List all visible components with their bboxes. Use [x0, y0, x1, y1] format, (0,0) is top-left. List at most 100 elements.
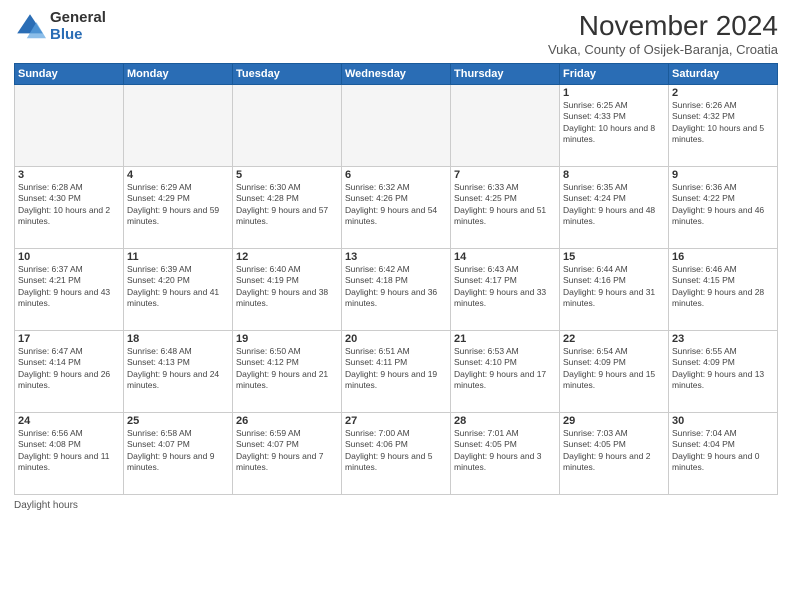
calendar-week-row: 17Sunrise: 6:47 AM Sunset: 4:14 PM Dayli… — [15, 331, 778, 413]
day-info: Sunrise: 6:54 AM Sunset: 4:09 PM Dayligh… — [563, 346, 665, 392]
calendar-week-row: 10Sunrise: 6:37 AM Sunset: 4:21 PM Dayli… — [15, 249, 778, 331]
calendar-cell — [342, 85, 451, 167]
calendar-cell — [124, 85, 233, 167]
day-number: 10 — [18, 251, 120, 263]
day-info: Sunrise: 6:33 AM Sunset: 4:25 PM Dayligh… — [454, 182, 556, 228]
calendar-cell: 16Sunrise: 6:46 AM Sunset: 4:15 PM Dayli… — [669, 249, 778, 331]
calendar-cell: 12Sunrise: 6:40 AM Sunset: 4:19 PM Dayli… — [233, 249, 342, 331]
calendar-cell: 25Sunrise: 6:58 AM Sunset: 4:07 PM Dayli… — [124, 413, 233, 495]
day-info: Sunrise: 6:32 AM Sunset: 4:26 PM Dayligh… — [345, 182, 447, 228]
calendar-cell: 26Sunrise: 6:59 AM Sunset: 4:07 PM Dayli… — [233, 413, 342, 495]
day-info: Sunrise: 6:50 AM Sunset: 4:12 PM Dayligh… — [236, 346, 338, 392]
footer-bar: Daylight hours — [14, 500, 778, 511]
logo-blue: Blue — [50, 27, 106, 44]
calendar-day-header: Wednesday — [342, 64, 451, 85]
calendar-cell: 19Sunrise: 6:50 AM Sunset: 4:12 PM Dayli… — [233, 331, 342, 413]
day-number: 28 — [454, 415, 556, 427]
calendar-cell: 2Sunrise: 6:26 AM Sunset: 4:32 PM Daylig… — [669, 85, 778, 167]
day-info: Sunrise: 6:58 AM Sunset: 4:07 PM Dayligh… — [127, 428, 229, 474]
day-number: 24 — [18, 415, 120, 427]
day-info: Sunrise: 6:26 AM Sunset: 4:32 PM Dayligh… — [672, 100, 774, 146]
day-info: Sunrise: 6:28 AM Sunset: 4:30 PM Dayligh… — [18, 182, 120, 228]
calendar-day-header: Saturday — [669, 64, 778, 85]
day-number: 25 — [127, 415, 229, 427]
calendar-cell: 24Sunrise: 6:56 AM Sunset: 4:08 PM Dayli… — [15, 413, 124, 495]
day-number: 6 — [345, 169, 447, 181]
day-number: 5 — [236, 169, 338, 181]
day-number: 26 — [236, 415, 338, 427]
day-info: Sunrise: 6:42 AM Sunset: 4:18 PM Dayligh… — [345, 264, 447, 310]
day-info: Sunrise: 6:37 AM Sunset: 4:21 PM Dayligh… — [18, 264, 120, 310]
day-info: Sunrise: 6:53 AM Sunset: 4:10 PM Dayligh… — [454, 346, 556, 392]
day-info: Sunrise: 6:59 AM Sunset: 4:07 PM Dayligh… — [236, 428, 338, 474]
calendar-header-row: SundayMondayTuesdayWednesdayThursdayFrid… — [15, 64, 778, 85]
calendar-cell: 13Sunrise: 6:42 AM Sunset: 4:18 PM Dayli… — [342, 249, 451, 331]
calendar-cell: 28Sunrise: 7:01 AM Sunset: 4:05 PM Dayli… — [451, 413, 560, 495]
day-number: 13 — [345, 251, 447, 263]
calendar-day-header: Tuesday — [233, 64, 342, 85]
calendar-cell: 8Sunrise: 6:35 AM Sunset: 4:24 PM Daylig… — [560, 167, 669, 249]
calendar-cell: 1Sunrise: 6:25 AM Sunset: 4:33 PM Daylig… — [560, 85, 669, 167]
day-number: 18 — [127, 333, 229, 345]
calendar-day-header: Sunday — [15, 64, 124, 85]
day-info: Sunrise: 7:04 AM Sunset: 4:04 PM Dayligh… — [672, 428, 774, 474]
calendar-cell: 6Sunrise: 6:32 AM Sunset: 4:26 PM Daylig… — [342, 167, 451, 249]
logo-general: General — [50, 10, 106, 27]
day-number: 12 — [236, 251, 338, 263]
day-number: 19 — [236, 333, 338, 345]
day-number: 16 — [672, 251, 774, 263]
day-info: Sunrise: 7:00 AM Sunset: 4:06 PM Dayligh… — [345, 428, 447, 474]
calendar-cell: 7Sunrise: 6:33 AM Sunset: 4:25 PM Daylig… — [451, 167, 560, 249]
day-number: 17 — [18, 333, 120, 345]
logo: General Blue — [14, 10, 106, 43]
day-number: 14 — [454, 251, 556, 263]
calendar-cell: 23Sunrise: 6:55 AM Sunset: 4:09 PM Dayli… — [669, 331, 778, 413]
day-number: 30 — [672, 415, 774, 427]
calendar-cell: 22Sunrise: 6:54 AM Sunset: 4:09 PM Dayli… — [560, 331, 669, 413]
day-number: 29 — [563, 415, 665, 427]
calendar-cell: 4Sunrise: 6:29 AM Sunset: 4:29 PM Daylig… — [124, 167, 233, 249]
calendar-cell — [233, 85, 342, 167]
day-info: Sunrise: 6:51 AM Sunset: 4:11 PM Dayligh… — [345, 346, 447, 392]
calendar-day-header: Monday — [124, 64, 233, 85]
logo-text: General Blue — [50, 10, 106, 43]
day-info: Sunrise: 6:25 AM Sunset: 4:33 PM Dayligh… — [563, 100, 665, 146]
calendar-cell: 14Sunrise: 6:43 AM Sunset: 4:17 PM Dayli… — [451, 249, 560, 331]
calendar-cell: 27Sunrise: 7:00 AM Sunset: 4:06 PM Dayli… — [342, 413, 451, 495]
calendar-cell: 18Sunrise: 6:48 AM Sunset: 4:13 PM Dayli… — [124, 331, 233, 413]
calendar-cell: 30Sunrise: 7:04 AM Sunset: 4:04 PM Dayli… — [669, 413, 778, 495]
calendar-day-header: Friday — [560, 64, 669, 85]
day-number: 4 — [127, 169, 229, 181]
day-info: Sunrise: 6:30 AM Sunset: 4:28 PM Dayligh… — [236, 182, 338, 228]
month-title: November 2024 — [548, 10, 778, 42]
day-info: Sunrise: 6:48 AM Sunset: 4:13 PM Dayligh… — [127, 346, 229, 392]
day-number: 9 — [672, 169, 774, 181]
calendar-week-row: 3Sunrise: 6:28 AM Sunset: 4:30 PM Daylig… — [15, 167, 778, 249]
day-info: Sunrise: 6:36 AM Sunset: 4:22 PM Dayligh… — [672, 182, 774, 228]
page: General Blue November 2024 Vuka, County … — [0, 0, 792, 612]
day-number: 15 — [563, 251, 665, 263]
day-info: Sunrise: 6:29 AM Sunset: 4:29 PM Dayligh… — [127, 182, 229, 228]
day-info: Sunrise: 6:43 AM Sunset: 4:17 PM Dayligh… — [454, 264, 556, 310]
day-info: Sunrise: 6:44 AM Sunset: 4:16 PM Dayligh… — [563, 264, 665, 310]
calendar-cell: 11Sunrise: 6:39 AM Sunset: 4:20 PM Dayli… — [124, 249, 233, 331]
day-number: 3 — [18, 169, 120, 181]
calendar-cell: 3Sunrise: 6:28 AM Sunset: 4:30 PM Daylig… — [15, 167, 124, 249]
calendar-cell: 15Sunrise: 6:44 AM Sunset: 4:16 PM Dayli… — [560, 249, 669, 331]
calendar-cell: 17Sunrise: 6:47 AM Sunset: 4:14 PM Dayli… — [15, 331, 124, 413]
calendar-cell: 9Sunrise: 6:36 AM Sunset: 4:22 PM Daylig… — [669, 167, 778, 249]
daylight-label: Daylight hours — [14, 500, 78, 511]
day-info: Sunrise: 6:40 AM Sunset: 4:19 PM Dayligh… — [236, 264, 338, 310]
day-info: Sunrise: 6:56 AM Sunset: 4:08 PM Dayligh… — [18, 428, 120, 474]
day-number: 23 — [672, 333, 774, 345]
day-number: 22 — [563, 333, 665, 345]
header: General Blue November 2024 Vuka, County … — [14, 10, 778, 57]
calendar-cell: 21Sunrise: 6:53 AM Sunset: 4:10 PM Dayli… — [451, 331, 560, 413]
calendar-week-row: 24Sunrise: 6:56 AM Sunset: 4:08 PM Dayli… — [15, 413, 778, 495]
day-number: 20 — [345, 333, 447, 345]
location-subtitle: Vuka, County of Osijek-Baranja, Croatia — [548, 42, 778, 57]
day-number: 11 — [127, 251, 229, 263]
calendar-week-row: 1Sunrise: 6:25 AM Sunset: 4:33 PM Daylig… — [15, 85, 778, 167]
day-number: 2 — [672, 87, 774, 99]
day-info: Sunrise: 6:55 AM Sunset: 4:09 PM Dayligh… — [672, 346, 774, 392]
